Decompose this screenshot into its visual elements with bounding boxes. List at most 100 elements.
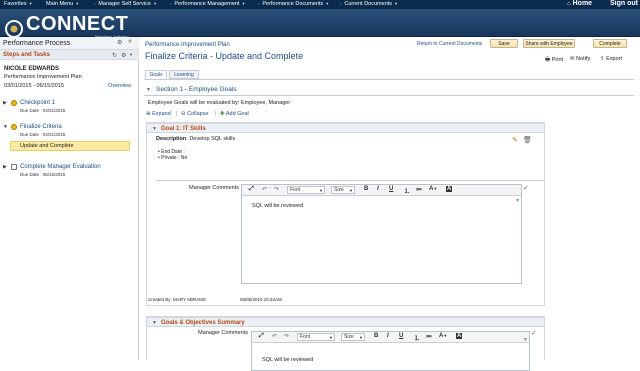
undo-icon[interactable]: ↶ bbox=[272, 333, 277, 340]
summary-comments-editor[interactable]: ⤢ ↶ ↷ Font ▼ Size ▼ B I U ⒈ ≔ A▼ A ▼ SQL w… bbox=[251, 331, 530, 371]
header-banner: CONNECT Maryland Judiciary bbox=[0, 9, 640, 39]
size-select[interactable]: Size ▼ bbox=[341, 333, 365, 341]
panel-header: Performance Process ⚙ « bbox=[0, 37, 139, 50]
collapse-section-icon[interactable]: ▼ bbox=[146, 87, 151, 93]
comment-text: SQL will be reviewed bbox=[262, 357, 314, 363]
share-with-employee-button[interactable]: Share with Employee bbox=[523, 39, 575, 48]
home-link[interactable]: ⌂ Home bbox=[567, 0, 592, 7]
redo-icon[interactable]: ↷ bbox=[274, 186, 279, 193]
nav-performance-documents[interactable]: › Performance Documents ▼ bbox=[258, 1, 329, 7]
collapse-summary-icon[interactable]: ▼ bbox=[152, 320, 157, 326]
step-name[interactable]: Finalize Criteria bbox=[20, 124, 62, 130]
manager-comments-editor[interactable]: ⤢ ↶ ↷ Font ▼ Size ▼ B I U ⒈ ≔ A▼ A ▼ SQL w… bbox=[241, 184, 522, 284]
document-period: 03/01/2015 - 06/15/2015 bbox=[4, 83, 64, 89]
maximize-icon[interactable]: ⤢ bbox=[259, 333, 264, 340]
spell-check-icon[interactable]: ✓ bbox=[531, 329, 537, 337]
italic-button[interactable]: I bbox=[387, 333, 389, 339]
manager-comments-label: Manager Comments bbox=[189, 185, 239, 191]
collapse-goal-icon[interactable]: ▼ bbox=[152, 126, 157, 132]
task-update-and-complete[interactable]: Update and Complete bbox=[10, 141, 130, 151]
edit-icon[interactable]: ✎ bbox=[512, 136, 518, 144]
nav-current-documents[interactable]: › Current Documents ▼ bbox=[340, 1, 398, 7]
nav-favorites[interactable]: Favorites ▼ bbox=[4, 1, 33, 7]
step-due: Due Date 06/15/2015 bbox=[20, 172, 66, 177]
editor-toolbar: ⤢ ↶ ↷ Font ▼ Size ▼ B I U ⒈ ≔ A▼ A bbox=[252, 332, 529, 343]
notify-link[interactable]: ✉ Notify bbox=[570, 56, 590, 62]
step-due: Due Date 04/21/2015 bbox=[20, 108, 66, 113]
steps-and-tasks-title: Steps and Tasks bbox=[3, 52, 50, 58]
section-1-title: Section 1 - Employee Goals bbox=[156, 86, 237, 93]
collapse-panel-icon[interactable]: « bbox=[128, 38, 132, 45]
goal-1-header[interactable]: ▼ Goal 1: IT Skills bbox=[146, 123, 545, 133]
collapse-icon: ⊖ bbox=[181, 111, 186, 117]
font-select[interactable]: Font ▼ bbox=[297, 333, 335, 341]
divider: | bbox=[215, 111, 217, 117]
numbered-list-icon[interactable]: ⒈ bbox=[414, 333, 420, 342]
settings-icon[interactable]: ⚙ bbox=[117, 39, 122, 46]
goal-private: • Private : No bbox=[158, 155, 188, 161]
expand-icon: ⊕ bbox=[146, 111, 151, 117]
bulleted-list-icon[interactable]: ≔ bbox=[416, 186, 422, 193]
export-icon: ⇪ bbox=[600, 56, 605, 62]
step-name[interactable]: Checkpoint 1 bbox=[20, 100, 55, 106]
add-goal-icon: ✚ bbox=[220, 111, 225, 117]
nav-performance-management[interactable]: › Performance Management ▼ bbox=[170, 1, 245, 7]
background-color-button[interactable]: A bbox=[446, 186, 453, 192]
expand-all-link[interactable]: ⊕ Expand bbox=[146, 111, 171, 117]
maximize-icon[interactable]: ⤢ bbox=[249, 186, 254, 193]
section-1-header[interactable]: ▼ Section 1 - Employee Goals bbox=[144, 86, 634, 96]
underline-button[interactable]: U bbox=[389, 186, 393, 192]
collapse-icon[interactable]: ▼ bbox=[3, 124, 8, 130]
sign-out-link[interactable]: Sign out bbox=[610, 0, 638, 7]
task-label[interactable]: Update and Complete bbox=[20, 143, 74, 149]
chevron-down-icon[interactable]: ▼ bbox=[129, 52, 133, 57]
bold-button[interactable]: B bbox=[364, 186, 368, 192]
comment-text: SQL will be reviewed bbox=[252, 203, 304, 209]
numbered-list-icon[interactable]: ⒈ bbox=[404, 186, 410, 195]
background-color-button[interactable]: A bbox=[456, 333, 463, 339]
font-select[interactable]: Font ▼ bbox=[287, 186, 325, 194]
tab-goals[interactable]: Goals bbox=[145, 70, 167, 79]
period-end: 06/15/2015 bbox=[36, 83, 64, 89]
italic-button[interactable]: I bbox=[377, 186, 379, 192]
status-pending-icon bbox=[11, 100, 17, 106]
summary-comments-label: Manager Comments bbox=[198, 330, 248, 336]
complete-button[interactable]: Complete bbox=[593, 39, 627, 48]
underline-button[interactable]: U bbox=[399, 333, 403, 339]
nav-manager-self-service[interactable]: › Manager Self Service ▼ bbox=[94, 1, 157, 7]
editor-toolbar: ⤢ ↶ ↷ Font ▼ Size ▼ B I U ⒈ ≔ A▼ A bbox=[242, 185, 521, 196]
employee-name: NICOLE EDWARDS bbox=[4, 66, 60, 72]
nav-main-menu[interactable]: Main Menu ▼ bbox=[46, 1, 79, 7]
collapse-all-link[interactable]: ⊖ Collapse bbox=[181, 111, 209, 117]
text-color-button[interactable]: A▼ bbox=[429, 186, 437, 192]
add-goal-link[interactable]: ✚ Add Goal bbox=[220, 111, 249, 117]
print-link[interactable]: 🖶 Print bbox=[545, 56, 563, 65]
status-pending-icon bbox=[11, 124, 17, 130]
page-title: Finalize Criteria - Update and Complete bbox=[145, 51, 304, 61]
scroll-arrow-icon[interactable]: ▼ bbox=[523, 337, 528, 343]
refresh-icon[interactable]: ↻ bbox=[112, 52, 117, 59]
expand-icon[interactable]: ▶ bbox=[3, 100, 7, 106]
return-to-current-documents-link[interactable]: Return to Current Documents bbox=[417, 41, 482, 47]
goal-1-title: Goal 1: IT Skills bbox=[161, 125, 206, 132]
summary-header[interactable]: ▼ Goals & Objectives Summary bbox=[146, 317, 545, 327]
delete-icon[interactable]: 🗑 bbox=[523, 136, 532, 144]
undo-icon[interactable]: ↶ bbox=[262, 186, 267, 193]
overview-link[interactable]: Overview bbox=[108, 83, 131, 89]
gear-icon[interactable]: ⚙ bbox=[121, 52, 126, 59]
expand-icon[interactable]: ▶ bbox=[3, 164, 7, 170]
printer-icon: 🖶 bbox=[545, 57, 551, 63]
scroll-arrow-icon[interactable]: ▼ bbox=[515, 198, 520, 204]
period-start: 03/01/2015 bbox=[4, 83, 32, 89]
redo-icon[interactable]: ↷ bbox=[284, 333, 289, 340]
step-name[interactable]: Complete Manager Evaluation bbox=[20, 164, 101, 170]
save-button[interactable]: Save bbox=[490, 39, 518, 48]
text-color-button[interactable]: A▼ bbox=[439, 333, 447, 339]
size-select[interactable]: Size ▼ bbox=[331, 186, 355, 194]
export-link[interactable]: ⇪ Export bbox=[600, 56, 622, 62]
spell-check-icon[interactable]: ✓ bbox=[523, 184, 529, 192]
left-panel: Performance Process ⚙ « Steps and Tasks … bbox=[0, 37, 139, 360]
tab-learning[interactable]: Learning bbox=[169, 70, 199, 79]
bold-button[interactable]: B bbox=[374, 333, 378, 339]
bulleted-list-icon[interactable]: ≔ bbox=[426, 333, 432, 340]
